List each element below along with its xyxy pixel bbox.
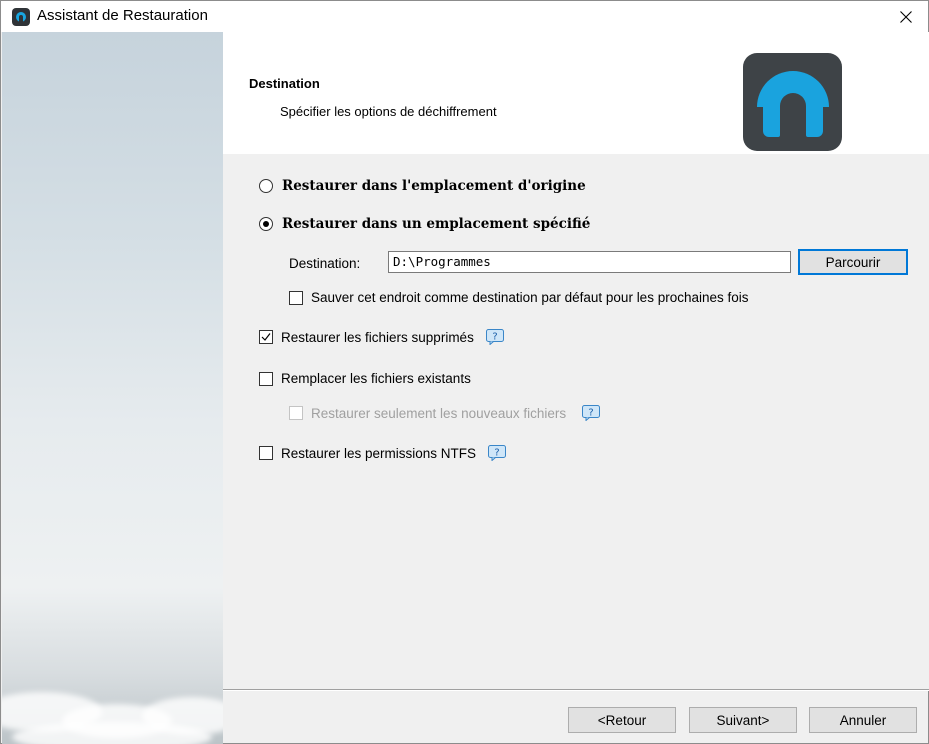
page-subtitle: Spécifier les options de déchiffrement [280, 104, 497, 119]
help-icon[interactable]: ? [582, 405, 601, 422]
destination-input[interactable]: D:\Programmes [388, 251, 791, 273]
checkmark-icon [261, 333, 271, 341]
sky-banner-image [2, 32, 223, 744]
close-icon [900, 10, 912, 23]
ntfs-permissions-checkbox[interactable] [259, 446, 273, 460]
save-default-checkbox-row[interactable]: Sauver cet endroit comme destination par… [289, 290, 749, 305]
wizard-header: Destination Spécifier les options de déc… [223, 32, 929, 155]
svg-text:?: ? [588, 408, 593, 419]
radio-original-location[interactable]: Restaurer dans l'emplacement d'origine [259, 178, 586, 194]
help-icon[interactable]: ? [485, 329, 504, 346]
back-button[interactable]: <Retour [568, 707, 676, 733]
next-button[interactable]: Suivant> [689, 707, 797, 733]
restore-deleted-checkbox-row[interactable]: Restaurer les fichiers supprimés ? [259, 329, 504, 346]
only-new-checkbox-row[interactable]: Restaurer seulement les nouveaux fichier… [289, 405, 601, 422]
only-new-label: Restaurer seulement les nouveaux fichier… [311, 405, 567, 421]
close-button[interactable] [884, 1, 928, 32]
radio-original-label: Restaurer dans l'emplacement d'origine [282, 178, 586, 194]
browse-button[interactable]: Parcourir [798, 249, 908, 275]
destination-label: Destination: [289, 256, 361, 271]
save-default-label: Sauver cet endroit comme destination par… [311, 290, 749, 305]
radio-button[interactable] [259, 179, 273, 193]
help-icon[interactable]: ? [488, 445, 507, 462]
restore-wizard-window: Assistant de Restauration Destination Sp… [0, 0, 929, 744]
footer-divider-highlight [223, 690, 929, 691]
app-logo-icon [12, 8, 30, 26]
restore-deleted-label: Restaurer les fichiers supprimés [281, 329, 474, 345]
restore-deleted-checkbox[interactable] [259, 330, 273, 344]
replace-existing-checkbox-row[interactable]: Remplacer les fichiers existants [259, 371, 471, 386]
radio-specified-label: Restaurer dans un emplacement spécifié [282, 216, 591, 232]
svg-text:?: ? [494, 448, 499, 459]
replace-existing-label: Remplacer les fichiers existants [281, 371, 471, 386]
replace-existing-checkbox[interactable] [259, 371, 273, 386]
ntfs-permissions-checkbox-row[interactable]: Restaurer les permissions NTFS ? [259, 445, 507, 462]
title-bar: Assistant de Restauration [1, 1, 928, 32]
svg-text:?: ? [492, 332, 497, 343]
cancel-button[interactable]: Annuler [809, 707, 917, 733]
window-title: Assistant de Restauration [37, 7, 208, 24]
page-title: Destination [249, 76, 320, 91]
only-new-checkbox[interactable] [289, 406, 303, 420]
product-logo [743, 53, 842, 151]
radio-button-selected[interactable] [259, 217, 273, 231]
options-panel: Restaurer dans l'emplacement d'origine R… [223, 154, 929, 689]
save-default-checkbox[interactable] [289, 290, 303, 305]
ntfs-permissions-label: Restaurer les permissions NTFS [281, 445, 477, 461]
radio-specified-location[interactable]: Restaurer dans un emplacement spécifié [259, 216, 590, 232]
